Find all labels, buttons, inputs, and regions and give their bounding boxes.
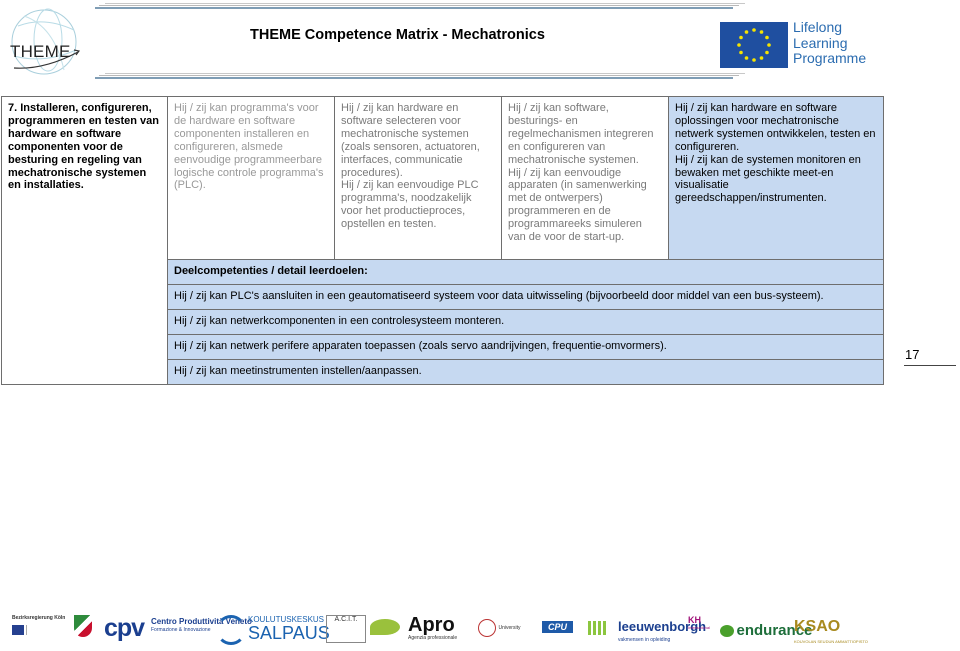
sub-item-text: Hij / zij kan netwerkcomponenten in een …	[174, 315, 505, 327]
sub-item-cell: Hij / zij kan netwerkcomponenten in een …	[167, 309, 884, 335]
page-number-rule	[904, 365, 956, 366]
sponsor-cpv: cpv	[104, 614, 145, 642]
theme-logo: THEME	[4, 6, 80, 78]
level-4-cell: Hij / zij kan hardware en software oplos…	[668, 96, 884, 260]
level-1-cell: Hij / zij kan programma's voor de hardwa…	[167, 96, 335, 260]
sponsor-salpaus-swirl-icon	[216, 615, 246, 647]
theme-logo-text: THEME	[10, 42, 71, 61]
level-4-text: Hij / zij kan hardware en software oplos…	[675, 102, 876, 205]
eu-logo-line-3: Programme	[793, 50, 867, 66]
level-2-text: Hij / zij kan hardware en software selec…	[341, 102, 480, 231]
sponsor-salpaus: KOULUTUSKESKUS SALPAUS	[248, 615, 330, 643]
eu-star-icon	[744, 56, 749, 60]
eu-star-icon	[739, 35, 743, 40]
sub-heading-cell: Deelcompetenties / detail leerdoelen:	[167, 259, 884, 285]
eu-star-icon	[759, 56, 764, 60]
page-number: 17	[905, 347, 920, 362]
sponsor-apro: Apro Agenzia professionale	[408, 614, 458, 641]
eu-star-icon	[759, 30, 764, 34]
eu-star-icon	[737, 43, 741, 47]
competence-level-row: 7. Installeren, configureren, programmer…	[1, 96, 884, 385]
competence-matrix-table: 7. Installeren, configureren, programmer…	[1, 96, 884, 385]
sub-item-text: Hij / zij kan netwerk perifere apparaten…	[174, 340, 667, 352]
sponsor-grid-logo	[588, 615, 606, 647]
level-3-text: Hij / zij kan software, besturings- en r…	[508, 102, 654, 244]
level-1-text: Hij / zij kan programma's voor de hardwa…	[174, 102, 324, 192]
eu-logo-line-2: Learning	[793, 34, 848, 51]
eu-star-icon	[752, 58, 756, 62]
level-2-cell: Hij / zij kan hardware en software selec…	[334, 96, 502, 260]
sub-item-cell: Hij / zij kan meetinstrumenten instellen…	[167, 359, 884, 385]
sponsor-acit: A.C.I.T.	[326, 615, 366, 647]
sponsor-ksao: KSAO KOUVOLAN SEUDUN AMMATTIOPISTO	[794, 618, 868, 644]
sponsor-cpu: CPU	[542, 615, 574, 647]
eu-flag-icon	[720, 22, 788, 68]
header-rule-top	[95, 3, 745, 9]
competence-area-text: 7. Installeren, configureren, programmer…	[8, 102, 159, 192]
sponsor-nrw-crest-icon	[74, 615, 92, 647]
header-rule-bottom	[95, 73, 745, 79]
sponsor-apro-leaf-icon	[370, 615, 400, 647]
level-3-cell: Hij / zij kan software, besturings- en r…	[501, 96, 669, 260]
sponsor-kh-international: KH International	[688, 615, 711, 630]
sponsor-logos: Bezirksregierung Köln cpv Centro Produtt…	[8, 615, 953, 647]
sponsor-bezirksregierung-koeln: Bezirksregierung Köln	[12, 615, 65, 647]
eu-star-icon	[765, 35, 769, 40]
sponsor-university: University	[478, 615, 520, 647]
eu-star-icon	[765, 50, 769, 55]
eu-star-icon	[767, 43, 771, 47]
eu-logo-line-1: Lifelong	[793, 19, 843, 35]
sub-item-text: Hij / zij kan meetinstrumenten instellen…	[174, 365, 422, 377]
sub-item-cell: Hij / zij kan netwerk perifere apparaten…	[167, 334, 884, 360]
competence-area-cell: 7. Installeren, configureren, programmer…	[1, 96, 168, 385]
eu-star-icon	[744, 30, 749, 34]
sub-heading-text: Deelcompetenties / detail leerdoelen:	[174, 265, 368, 277]
sub-item-text: Hij / zij kan PLC's aansluiten in een ge…	[174, 290, 824, 302]
sub-item-cell: Hij / zij kan PLC's aansluiten in een ge…	[167, 284, 884, 310]
document-title: THEME Competence Matrix - Mechatronics	[250, 27, 545, 43]
eu-star-icon	[739, 50, 743, 55]
eu-star-icon	[752, 28, 756, 32]
